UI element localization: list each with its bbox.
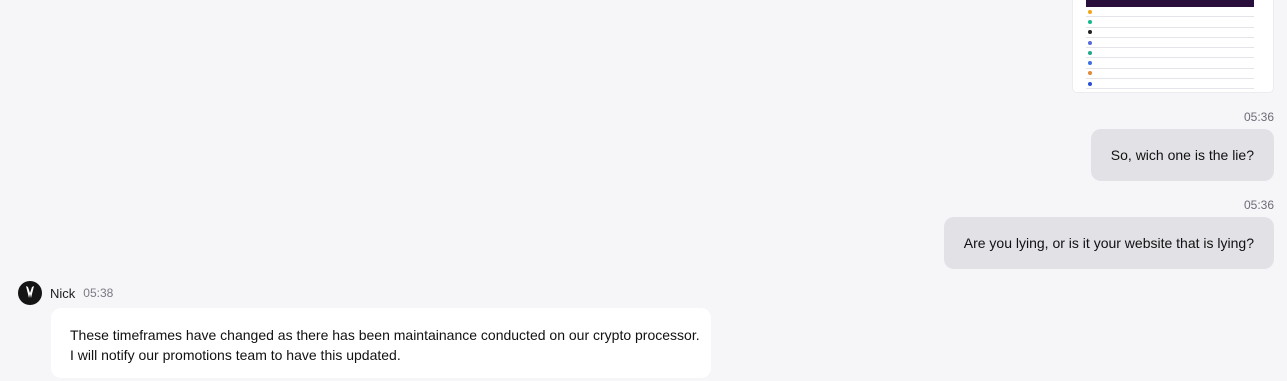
- agent-avatar: [18, 281, 42, 305]
- agent-header: Nick 05:38: [18, 281, 113, 305]
- thumbnail-row: [1086, 69, 1254, 80]
- coin-icon: [1088, 9, 1092, 14]
- agent-name: Nick: [50, 285, 76, 301]
- incoming-message-line: I will notify our promotions team to hav…: [70, 347, 401, 363]
- thumbnail-row: [1086, 79, 1254, 90]
- agent-message-time: 05:38: [83, 286, 114, 300]
- outgoing-message-bubble: Are you lying, or is it your website tha…: [943, 217, 1274, 269]
- incoming-message-bubble: These timeframes have changed as there h…: [51, 308, 711, 378]
- coin-icon: [1088, 61, 1092, 66]
- thumbnail-row: [1086, 38, 1254, 49]
- attached-screenshot-image[interactable]: [1073, 0, 1273, 92]
- coin-icon: [1088, 19, 1092, 24]
- coin-icon: [1088, 40, 1092, 45]
- thumbnail-table: [1086, 0, 1254, 90]
- thumbnail-table-header: [1086, 0, 1254, 7]
- avatar-logo-icon: [26, 286, 34, 298]
- thumbnail-row: [1086, 58, 1254, 69]
- coin-icon: [1088, 81, 1092, 86]
- incoming-message-line: These timeframes have changed as there h…: [70, 327, 700, 343]
- message-timestamp: 05:36: [1243, 198, 1274, 212]
- coin-icon: [1088, 30, 1092, 35]
- thumbnail-row: [1086, 17, 1254, 28]
- message-timestamp: 05:36: [1243, 110, 1274, 124]
- coin-icon: [1088, 71, 1092, 76]
- coin-icon: [1088, 50, 1092, 55]
- thumbnail-row: [1086, 28, 1254, 38]
- thumbnail-rows: [1086, 7, 1254, 90]
- thumbnail-row: [1086, 7, 1254, 18]
- thumbnail-row: [1086, 48, 1254, 59]
- outgoing-message-bubble: So, wich one is the lie?: [1090, 129, 1274, 181]
